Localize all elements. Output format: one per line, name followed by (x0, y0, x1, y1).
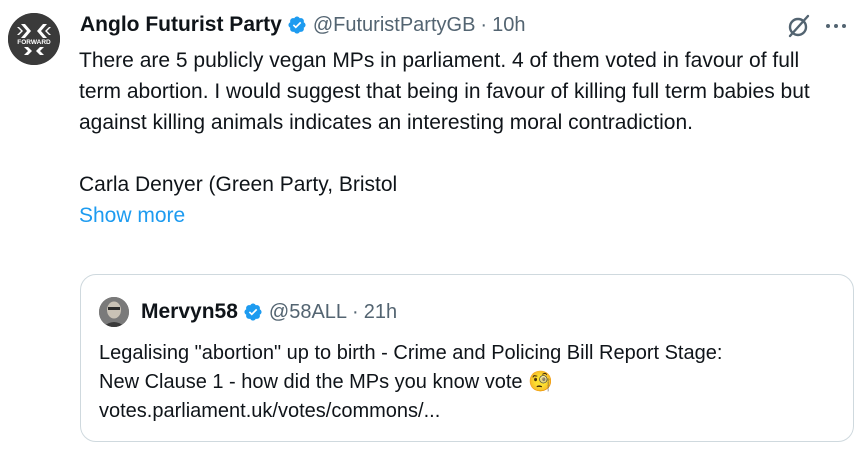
show-more-link[interactable]: Show more (79, 200, 839, 231)
quoted-author-avatar (99, 297, 129, 327)
quoted-tweet-card[interactable]: Mervyn58 @58ALL · 21h Legalising "aborti… (80, 274, 854, 442)
author-handle[interactable]: @FuturistPartyGB (313, 14, 476, 37)
verified-badge-icon (243, 302, 263, 322)
quoted-tweet-body: Legalising "abortion" up to birth - Crim… (99, 339, 839, 426)
dot (826, 24, 830, 28)
quoted-line: Legalising "abortion" up to birth - Crim… (99, 342, 723, 364)
quoted-author-handle: @58ALL (268, 300, 348, 323)
timestamp[interactable]: 10h (492, 14, 525, 37)
quoted-author-name: Mervyn58 (141, 300, 238, 323)
verified-badge-icon (287, 15, 307, 35)
tweet-paragraph: There are 5 publicly vegan MPs in parlia… (79, 49, 810, 134)
separator-dot: · (480, 13, 488, 36)
dot (834, 24, 838, 28)
dot (842, 24, 846, 28)
grok-icon[interactable] (786, 13, 812, 39)
separator-dot: · (352, 300, 359, 323)
tweet-header: Anglo Futurist Party @FuturistPartyGB · … (80, 10, 525, 40)
tweet-paragraph: Carla Denyer (Green Party, Bristol (79, 173, 398, 196)
quoted-line: New Clause 1 - how did the MPs you know … (99, 371, 553, 393)
quoted-link[interactable]: votes.parliament.uk/votes/commons/... (99, 397, 839, 426)
author-name[interactable]: Anglo Futurist Party (80, 13, 282, 37)
tweet-body: There are 5 publicly vegan MPs in parlia… (79, 45, 839, 231)
avatar-label: FORWARD (17, 39, 51, 46)
quoted-timestamp: 21h (363, 300, 398, 323)
quoted-tweet-header: Mervyn58 @58ALL · 21h (99, 295, 397, 329)
author-avatar[interactable]: FORWARD (8, 13, 60, 65)
more-options-icon[interactable] (821, 12, 851, 40)
